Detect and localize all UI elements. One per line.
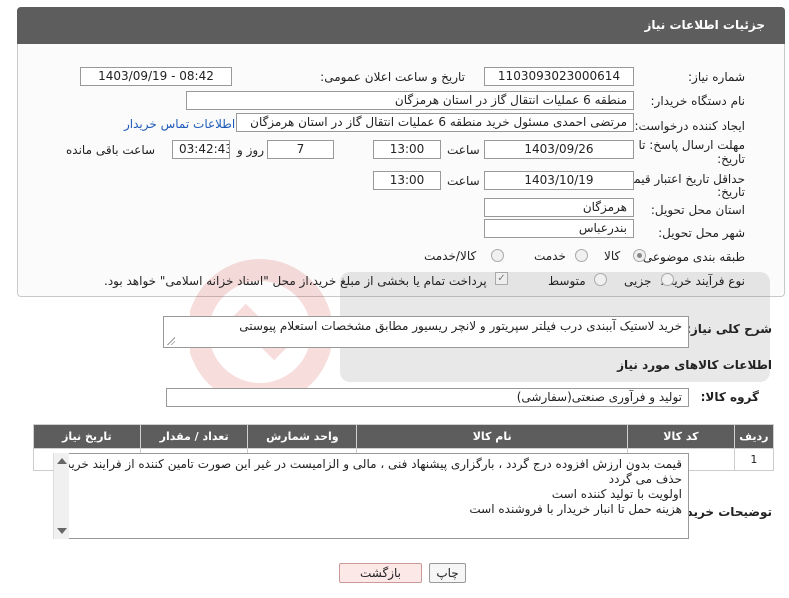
delivery-province-field: هرمزگان [484, 198, 634, 217]
payment-note: پرداخت تمام یا بخشی از مبلغ خرید،از محل … [104, 274, 487, 288]
remaining-time-label: ساعت باقی مانده [66, 143, 156, 157]
need-description-text: خرید لاستیک آببندی درب فیلتر سپریتور و ل… [239, 319, 682, 333]
price-validity-time-label: ساعت [447, 174, 480, 188]
reply-deadline-time-field: 13:00 [373, 140, 441, 159]
announce-datetime-field: 1403/09/19 - 08:42 [80, 67, 232, 86]
need-description-textarea[interactable]: خرید لاستیک آببندی درب فیلتر سپریتور و ل… [163, 316, 689, 348]
reply-deadline-date-field: 1403/09/26 [484, 140, 634, 159]
col-item-code: کد کالا [627, 424, 735, 449]
price-validity-time-field: 13:00 [373, 171, 441, 190]
process-radio-minor[interactable] [661, 273, 674, 286]
requester-field: مرتضی احمدی مسئول خرید منطقه 6 عملیات ان… [236, 113, 634, 132]
buyer-notes-line: قیمت بدون ارزش افزوده درج گردد ، بارگزار… [65, 457, 682, 471]
requester-label: ایجاد کننده درخواست: [634, 119, 745, 133]
col-unit: واحد شمارش [247, 424, 358, 449]
panel-title: جزئیات اطلاعات نیاز [644, 18, 765, 32]
buyer-notes-line: اولویت با تولید کننده است [551, 487, 682, 501]
category-radio-goods[interactable] [633, 249, 646, 262]
buyer-notes-scrollbar[interactable] [53, 453, 69, 539]
price-validity-label-date: تاریخ: [717, 185, 745, 199]
cell-row-number: 1 [733, 448, 775, 471]
process-radio-medium[interactable] [594, 273, 607, 286]
delivery-city-field: بندرعباس [484, 219, 634, 238]
table-header-row: ردیف کد کالا نام کالا واحد شمارش تعداد /… [33, 424, 775, 449]
category-option-goods-service: کالا/خدمت [424, 249, 477, 263]
buyer-org-field: منطقه 6 عملیات انتقال گاز در استان هرمزگ… [186, 91, 634, 110]
category-label: طبقه بندی موضوعی: [638, 250, 745, 264]
goods-group-field: تولید و فرآوری صنعتی(سفارشی) [166, 388, 689, 407]
process-option-medium: متوسط [548, 274, 586, 288]
panel-header: جزئیات اطلاعات نیاز [17, 7, 785, 44]
process-option-minor: جزیی [624, 274, 652, 288]
need-description-label: شرح کلی نیاز: [686, 322, 772, 336]
delivery-city-label: شهر محل تحویل: [658, 226, 745, 240]
category-radio-goods-service[interactable] [491, 249, 504, 262]
category-radio-service[interactable] [575, 249, 588, 262]
scroll-down-icon[interactable] [57, 528, 67, 534]
col-quantity: تعداد / مقدار [139, 424, 249, 449]
need-number-label: شماره نیاز: [688, 70, 745, 84]
buyer-org-label: نام دستگاه خریدار: [650, 94, 746, 108]
category-option-service: خدمت [534, 249, 566, 263]
col-item-name: نام کالا [356, 424, 629, 449]
goods-group-label: گروه کالا: [700, 390, 759, 404]
remaining-time-field: 03:42:43 [172, 140, 230, 159]
payment-checkbox[interactable]: ✓ [495, 272, 508, 285]
scroll-up-icon[interactable] [57, 458, 67, 464]
buyer-contact-link[interactable]: اطلاعات تماس خریدار [124, 117, 235, 131]
reply-deadline-label: مهلت ارسال پاسخ: تا [638, 138, 745, 152]
category-option-goods: کالا [604, 249, 621, 263]
buyer-notes-textarea[interactable]: قیمت بدون ارزش افزوده درج گردد ، بارگزار… [53, 453, 689, 539]
reply-deadline-time-label: ساعت [447, 143, 480, 157]
price-validity-date-field: 1403/10/19 [484, 171, 634, 190]
col-need-date: تاریخ نیاز [33, 424, 141, 449]
buyer-notes-line: حذف می گردد [608, 472, 682, 486]
col-row-number: ردیف [733, 424, 775, 449]
announce-datetime-label: تاریخ و ساعت اعلان عمومی: [320, 70, 465, 84]
delivery-province-label: استان محل تحویل: [650, 203, 745, 217]
print-button[interactable]: چاپ [429, 563, 466, 583]
goods-info-title: اطلاعات کالاهای مورد نیاز [617, 358, 772, 372]
buyer-notes-line: هزینه حمل تا انبار خریدار با فروشنده است [469, 502, 682, 516]
back-button[interactable]: بازگشت [339, 563, 422, 583]
need-number-field: 1103093023000614 [484, 67, 634, 86]
resize-grip-icon[interactable] [166, 336, 175, 345]
reply-deadline-label-date: تاریخ: [717, 152, 745, 166]
reply-deadline-days-label: روز و [237, 143, 264, 157]
reply-deadline-days-field: 7 [267, 140, 334, 159]
